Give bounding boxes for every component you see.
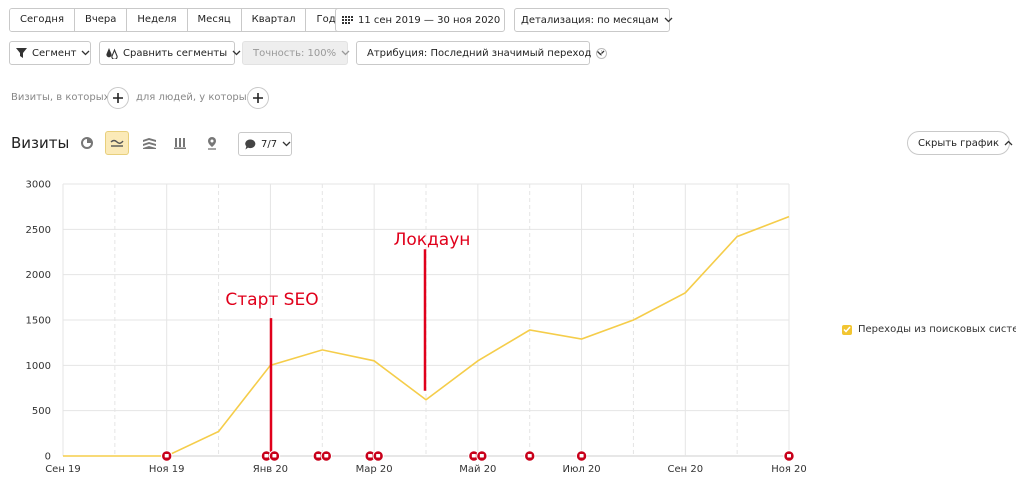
annotation-marker (320, 450, 332, 462)
period-week[interactable]: Неделя (127, 9, 188, 31)
chevron-down-icon (341, 50, 350, 56)
period-month[interactable]: Месяц (187, 9, 242, 31)
compare-segments-button[interactable]: Сравнить сегменты (99, 41, 241, 65)
filter-icon (16, 48, 27, 58)
annotation-marker (268, 450, 281, 462)
y-tick-label: 500 (32, 406, 51, 417)
line-chart: Старт SEO Локдаун 0 500 1000 1500 2000 2500 300… (26, 180, 807, 476)
period-quarter[interactable]: Квартал (241, 9, 307, 31)
annotations-count: 7/7 (261, 138, 278, 150)
comment-icon (264, 454, 269, 458)
legend-label: Переходы из поисковых систем (858, 324, 1016, 335)
x-tick-label: Сен 20 (667, 464, 703, 475)
y-tick-label: 1500 (26, 316, 51, 327)
chevron-down-icon (282, 141, 291, 147)
period-yesterday[interactable]: Вчера (74, 9, 128, 31)
annotation-marker (783, 450, 795, 462)
y-tick-label: 3000 (26, 180, 51, 191)
x-tick-label: Янв 20 (253, 464, 288, 475)
map-pin-icon[interactable] (200, 131, 224, 155)
comment-icon (527, 454, 532, 458)
annotation-marker (161, 450, 173, 462)
chevron-down-icon (81, 50, 90, 56)
line-chart-icon[interactable] (105, 131, 129, 155)
y-tick-label: 2500 (26, 225, 51, 236)
info-icon[interactable]: i (596, 48, 607, 59)
annotation-marker (524, 450, 536, 462)
x-tick-label: Ноя 19 (149, 464, 185, 475)
annotation-marker (575, 450, 588, 462)
annotation-marker (476, 450, 488, 462)
plus-icon (113, 93, 123, 103)
pie-chart-icon[interactable] (75, 131, 99, 155)
x-tick-label: Сен 19 (45, 464, 81, 475)
filter-visits-label: Визиты, в которых (11, 92, 110, 103)
comment-icon (164, 454, 169, 458)
comment-icon (376, 454, 381, 458)
compare-label: Сравнить сегменты (123, 47, 228, 59)
detail-dropdown[interactable]: Детализация: по месяцам (514, 8, 673, 32)
accuracy-label: Точность: 100% (253, 47, 337, 59)
x-tick-label: Ноя 20 (771, 464, 807, 475)
detail-label: Детализация: по месяцам (521, 14, 659, 26)
y-tick-label: 2000 (26, 270, 51, 281)
comment-icon (245, 138, 256, 150)
plus-icon (253, 93, 263, 103)
date-range-button[interactable]: 11 сен 2019 — 30 ноя 2020 (335, 8, 505, 32)
chart-title: Визиты (11, 134, 70, 152)
period-today[interactable]: Сегодня (10, 9, 75, 31)
drops-icon (106, 47, 118, 59)
comment-icon (368, 454, 373, 458)
comment-icon (479, 454, 484, 458)
y-tick-label: 1000 (26, 361, 51, 372)
comment-icon (787, 454, 791, 458)
annotation-marker (372, 450, 384, 462)
attribution-label: Атрибуция: Последний значимый переход (367, 47, 592, 59)
attribution-dropdown[interactable]: Атрибуция: Последний значимый переход (356, 41, 605, 65)
accuracy-dropdown[interactable]: Точность: 100% (242, 41, 350, 65)
legend-checkbox[interactable] (842, 324, 852, 335)
chevron-down-icon (232, 50, 241, 56)
hide-chart-label: Скрыть график (918, 137, 999, 149)
x-tick-label: Мар 20 (356, 464, 393, 475)
chevron-up-icon (1004, 140, 1013, 146)
calendar-icon (342, 15, 353, 26)
comment-icon (272, 454, 277, 458)
comment-icon (324, 454, 329, 458)
area-chart-icon[interactable] (137, 131, 161, 155)
check-icon (843, 326, 851, 333)
comment-icon (471, 454, 476, 458)
x-tick-label: Июл 20 (562, 464, 600, 475)
y-tick-label: 0 (45, 452, 51, 463)
annotation-label: Старт SEO (225, 290, 318, 310)
date-range-label: 11 сен 2019 — 30 ноя 2020 (358, 14, 501, 26)
annotation-label: Локдаун (394, 230, 471, 250)
chart-legend[interactable]: Переходы из поисковых систем (842, 324, 1016, 335)
x-tick-label: Май 20 (459, 464, 496, 475)
segment-button[interactable]: Сегмент (9, 41, 91, 65)
comment-icon (316, 454, 321, 458)
filter-people-label: для людей, у которых (136, 92, 253, 103)
add-people-condition-button[interactable] (247, 87, 269, 109)
period-selector: Сегодня Вчера Неделя Месяц Квартал Год (9, 8, 347, 32)
chevron-down-icon (664, 17, 673, 23)
hide-chart-button[interactable]: Скрыть график (907, 131, 1013, 155)
add-visit-condition-button[interactable] (107, 87, 129, 109)
comment-icon (579, 454, 584, 458)
annotations-dropdown[interactable]: 7/7 (238, 132, 292, 156)
bar-chart-icon[interactable] (168, 131, 192, 155)
segment-label: Сегмент (32, 47, 77, 59)
